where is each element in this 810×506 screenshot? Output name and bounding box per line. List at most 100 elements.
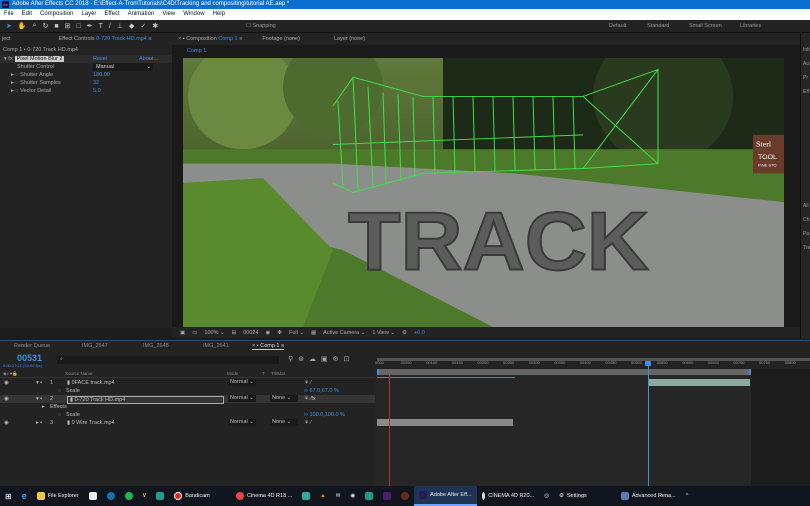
trkmat-dropdown[interactable]: None ⌄ bbox=[270, 419, 298, 426]
expand-arrow-icon[interactable]: ▾ ▪ bbox=[36, 379, 42, 387]
menu-file[interactable]: File bbox=[4, 9, 14, 20]
grid-icon[interactable]: ⊞ bbox=[232, 330, 237, 336]
taskbar-settings[interactable]: ⚙ Settings bbox=[554, 486, 616, 506]
timeline-switches[interactable]: ⚲⊛☁▣⊘⊡ bbox=[288, 355, 354, 363]
tray-chevron-icon[interactable]: ^ bbox=[681, 486, 694, 506]
panel-preview[interactable]: Pr bbox=[803, 71, 810, 85]
tab-img-2647[interactable]: IMG_2647 bbox=[82, 343, 108, 349]
eye-icon[interactable]: ◉ bbox=[4, 420, 9, 426]
panel-character[interactable]: Ch bbox=[803, 213, 810, 227]
taskbar-bandicam[interactable]: Bandicam bbox=[169, 486, 231, 506]
panel-info[interactable]: Info bbox=[803, 43, 810, 57]
vectorworks-icon[interactable]: V bbox=[138, 486, 152, 506]
puppet-tool-icon[interactable]: ✱ bbox=[152, 22, 158, 30]
eye-icon[interactable]: ◉ bbox=[4, 396, 9, 402]
layer-row[interactable]: ◉ ▾ ▪ 1 ▮ 0FACE track.mp4 Normal ⌄ ⚘ ⁄ bbox=[0, 379, 375, 387]
rotate-tool-icon[interactable]: ↻ bbox=[43, 22, 49, 30]
layer-row[interactable]: ◉ ▸ ▪ 3 ▮ 0 Wire Track.mp4 Normal ⌄ None ⌄ ⚘ … bbox=[0, 419, 375, 427]
layer-switches[interactable]: ⚘ ⁄ bbox=[304, 379, 311, 387]
tab-img-2641[interactable]: IMG_2641 bbox=[203, 343, 229, 349]
menu-layer[interactable]: Layer bbox=[81, 9, 96, 20]
mode-dropdown[interactable]: Normal ⌄ bbox=[228, 419, 256, 426]
about-link[interactable]: About... bbox=[139, 55, 158, 63]
type-tool-icon[interactable]: T bbox=[99, 23, 103, 30]
mode-dropdown[interactable]: Normal ⌄ bbox=[228, 379, 256, 386]
time-ruler[interactable]: 0000 00050 00100 00150 00200 00250 00300 00350 0… bbox=[375, 360, 810, 368]
pan-behind-tool-icon[interactable]: ⊞ bbox=[65, 22, 71, 30]
camera-tool-icon[interactable]: ■ bbox=[54, 23, 58, 30]
layer-bar[interactable] bbox=[377, 419, 513, 426]
taskbar-after-effects[interactable]: Adobe After Eff... bbox=[414, 486, 478, 506]
menu-animation[interactable]: Animation bbox=[128, 9, 155, 20]
workspace-standard[interactable]: Standard bbox=[647, 23, 669, 29]
panel-align[interactable]: Ali bbox=[803, 199, 810, 213]
comp-navigator-chip[interactable]: Comp 1 bbox=[181, 47, 213, 55]
app-icon[interactable] bbox=[396, 486, 414, 506]
property-value[interactable]: ∞ 67.0,67.0 % bbox=[304, 387, 339, 395]
panel-tracker[interactable]: Tra bbox=[803, 241, 810, 255]
start-button[interactable]: ⊞ bbox=[0, 486, 17, 506]
expand-arrow-icon[interactable]: ▾ fx bbox=[4, 56, 13, 62]
zoom-tool-icon[interactable]: ⌕ bbox=[33, 22, 37, 30]
prop-value[interactable]: 32 bbox=[93, 79, 99, 87]
composition-viewer[interactable]: Sterl TOOL PINE STO TRACK bbox=[183, 58, 784, 327]
reset-link[interactable]: Reset bbox=[93, 55, 107, 63]
current-time-indicator[interactable] bbox=[648, 361, 649, 487]
panel-audio[interactable]: Au bbox=[803, 57, 810, 71]
layer-bar[interactable] bbox=[648, 379, 750, 386]
mode-dropdown[interactable]: Normal ⌄ bbox=[228, 395, 256, 402]
tab-footage[interactable]: Footage (none) bbox=[262, 36, 300, 42]
premiere-icon[interactable] bbox=[378, 486, 396, 506]
tab-layer[interactable]: Layer (none) bbox=[334, 36, 365, 42]
menu-edit[interactable]: Edit bbox=[22, 9, 32, 20]
obs-icon[interactable]: ◉ bbox=[345, 486, 360, 506]
brush-tool-icon[interactable]: / bbox=[109, 23, 111, 30]
edge-icon[interactable]: e bbox=[17, 486, 32, 506]
effects-group-label[interactable]: Effects bbox=[50, 403, 67, 411]
workspace-libraries[interactable]: Libraries bbox=[740, 23, 761, 29]
menu-composition[interactable]: Composition bbox=[40, 9, 73, 20]
workspace-small-screen[interactable]: Small Screen bbox=[689, 23, 722, 29]
shutter-control-dropdown[interactable]: Manual ⌄ bbox=[93, 63, 153, 71]
tab-effect-controls[interactable]: Effect Controls 0-720 Track HD.mp4 ≡ bbox=[59, 36, 152, 42]
camera-dropdown[interactable]: Active Camera ⌄ bbox=[323, 330, 365, 336]
taskbar-cinema4d-r18[interactable]: Cinema 4D R18 ... bbox=[231, 486, 297, 506]
menu-help[interactable]: Help bbox=[213, 9, 225, 20]
snapping-checkbox[interactable]: ☐ Snapping bbox=[246, 23, 276, 29]
expand-arrow-icon[interactable]: ▾ ▪ bbox=[36, 395, 42, 403]
steam-icon[interactable] bbox=[102, 486, 120, 506]
playhead-handle[interactable] bbox=[645, 361, 651, 366]
pen-tool-icon[interactable]: ✒ bbox=[87, 22, 93, 30]
menu-effect[interactable]: Effect bbox=[104, 9, 119, 20]
store-icon[interactable] bbox=[84, 486, 102, 506]
3d-app-icon-2[interactable] bbox=[360, 486, 378, 506]
color-channel-icon[interactable]: ✤ bbox=[277, 330, 282, 336]
work-area-bar[interactable] bbox=[377, 369, 751, 375]
roto-brush-tool-icon[interactable]: ✓ bbox=[140, 22, 146, 30]
current-frame[interactable]: 00024 bbox=[243, 330, 258, 336]
effect-name[interactable]: Pixel Motion Blur 2 bbox=[14, 56, 65, 62]
exposure-value[interactable]: +0.0 bbox=[414, 330, 425, 336]
mail-icon[interactable]: ✉ bbox=[331, 486, 346, 506]
current-time[interactable]: 00531 bbox=[17, 353, 42, 363]
timeline-graph-area[interactable] bbox=[375, 369, 810, 487]
rectangle-tool-icon[interactable]: □ bbox=[77, 23, 81, 30]
eraser-tool-icon[interactable]: ◆ bbox=[129, 22, 134, 30]
snapshot-icon[interactable]: ◉ bbox=[266, 330, 271, 336]
fast-preview-icon[interactable]: ▦ bbox=[311, 330, 316, 336]
selection-tool-icon[interactable]: ➤ bbox=[6, 22, 12, 30]
clone-stamp-tool-icon[interactable]: ⊥ bbox=[117, 22, 123, 30]
resolution-dropdown[interactable]: Full ⌄ bbox=[289, 330, 304, 336]
views-dropdown[interactable]: 1 View ⌄ bbox=[372, 330, 395, 336]
taskbar-advanced-rename[interactable]: Advanced Rena... bbox=[616, 486, 681, 506]
tab-composition[interactable]: × ▪ Composition Comp 1 ≡ bbox=[178, 36, 242, 42]
3d-app-icon[interactable] bbox=[151, 486, 169, 506]
prop-value[interactable]: 5.0 bbox=[93, 87, 101, 95]
prop-value[interactable]: 180.00 bbox=[93, 71, 110, 79]
hand-tool-icon[interactable]: ✋ bbox=[18, 22, 27, 30]
layer-switches[interactable]: ⚘ ⁄fx bbox=[304, 395, 316, 403]
menu-window[interactable]: Window bbox=[183, 9, 204, 20]
spotify-icon[interactable] bbox=[120, 486, 138, 506]
taskbar-cinema4d-r20[interactable]: CINEMA 4D R20... bbox=[477, 486, 539, 506]
panel-paragraph[interactable]: Pa bbox=[803, 227, 810, 241]
